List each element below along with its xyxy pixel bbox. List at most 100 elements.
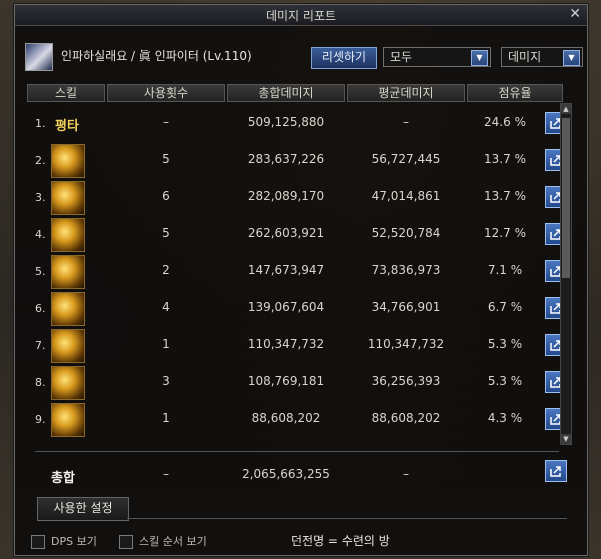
scroll-thumb[interactable]	[562, 118, 570, 278]
report-header: 인파하실래요 / 眞 인파이터 (Lv.110) 리셋하기 모두 ▼ 데미지 ▼	[23, 39, 583, 71]
share-cell: 12.7 %	[484, 226, 526, 240]
uses-cell: 6	[162, 189, 170, 203]
skill-icon	[51, 329, 85, 363]
table-row: 1. 평타 – 509,125,880 – 24.6 %	[27, 105, 567, 142]
avg-damage-cell: 88,608,202	[371, 411, 441, 425]
table-row: 5. 2 147,673,947 73,836,973 7.1 %	[27, 253, 567, 290]
title-bar[interactable]: 데미지 리포트 ✕	[15, 5, 587, 26]
dps-view-label: DPS 보기	[51, 535, 97, 548]
skill-order-label: 스킬 순서 보기	[139, 535, 207, 548]
avg-damage-cell: 34,766,901	[371, 300, 441, 314]
close-icon[interactable]: ✕	[569, 6, 581, 22]
col-share[interactable]: 점유율	[467, 84, 563, 102]
share-cell: 7.1 %	[487, 263, 523, 277]
damage-report-window: 데미지 리포트 ✕ 인파하실래요 / 眞 인파이터 (Lv.110) 리셋하기 …	[14, 4, 588, 556]
share-cell: 5.3 %	[487, 337, 523, 351]
table-row: 2. 5 283,637,226 56,727,445 13.7 %	[27, 142, 567, 179]
share-cell: 24.6 %	[484, 115, 526, 129]
row-number: 6.	[35, 302, 46, 315]
row-number: 3.	[35, 191, 46, 204]
skill-icon	[51, 255, 85, 289]
total-damage-cell: 282,089,170	[247, 189, 325, 203]
skill-icon	[51, 292, 85, 326]
row-number: 4.	[35, 228, 46, 241]
total-damage-cell: 283,637,226	[247, 152, 325, 166]
avg-damage-cell: 73,836,973	[371, 263, 441, 277]
uses-cell: 2	[162, 263, 170, 277]
dungeon-name: 던전명 = 수련의 방	[291, 534, 390, 548]
avg-damage-cell: 47,014,861	[371, 189, 441, 203]
uses-cell: 5	[162, 226, 170, 240]
skill-icon	[51, 181, 85, 215]
reset-button[interactable]: 리셋하기	[311, 47, 377, 69]
scroll-down-icon[interactable]: ▼	[561, 434, 571, 444]
table-row: 3. 6 282,089,170 47,014,861 13.7 %	[27, 179, 567, 216]
chevron-down-icon[interactable]: ▼	[471, 50, 488, 66]
column-headers: 스킬 사용횟수 총합데미지 평균데미지 점유율	[27, 84, 563, 102]
share-cell: 5.3 %	[487, 374, 523, 388]
total-damage: 2,065,663,255	[242, 467, 330, 481]
chevron-down-icon[interactable]: ▼	[563, 50, 580, 66]
total-avg: –	[403, 467, 409, 481]
skill-icon	[51, 366, 85, 400]
total-damage-cell: 88,608,202	[251, 411, 321, 425]
table-row: 8. 3 108,769,181 36,256,393 5.3 %	[27, 364, 567, 401]
total-damage-cell: 147,673,947	[247, 263, 325, 277]
mode-select-value: 데미지	[508, 50, 542, 64]
skill-icon	[51, 218, 85, 252]
avg-damage-cell: 36,256,393	[371, 374, 441, 388]
skill-name: 평타	[55, 119, 79, 134]
total-divider	[35, 451, 559, 452]
character-avatar	[25, 43, 53, 71]
tab-divider	[127, 518, 567, 519]
uses-cell: 1	[162, 411, 170, 425]
avg-damage-cell: 56,727,445	[371, 152, 441, 166]
mode-select[interactable]: 데미지 ▼	[501, 47, 583, 67]
uses-cell: 3	[162, 374, 170, 388]
avg-damage-cell: 110,347,732	[367, 337, 445, 351]
row-number: 9.	[35, 413, 46, 426]
filter-select[interactable]: 모두 ▼	[383, 47, 491, 67]
row-number: 8.	[35, 376, 46, 389]
skill-icon	[51, 144, 85, 178]
total-label: 총합	[51, 471, 75, 486]
skill-order-checkbox[interactable]	[119, 535, 133, 549]
total-damage-cell: 139,067,604	[247, 300, 325, 314]
row-number: 2.	[35, 154, 46, 167]
row-number: 1.	[35, 117, 46, 130]
col-uses[interactable]: 사용횟수	[107, 84, 225, 102]
share-button[interactable]	[545, 460, 567, 482]
total-uses: –	[163, 467, 169, 481]
uses-cell: 5	[162, 152, 170, 166]
used-settings-tab[interactable]: 사용한 설정	[37, 497, 129, 521]
filter-select-value: 모두	[390, 50, 413, 64]
skill-icon	[51, 403, 85, 437]
total-damage-cell: 108,769,181	[247, 374, 325, 388]
share-cell: 6.7 %	[487, 300, 523, 314]
share-cell: 13.7 %	[484, 189, 526, 203]
col-total-damage[interactable]: 총합데미지	[227, 84, 345, 102]
uses-cell: –	[163, 115, 169, 129]
row-number: 5.	[35, 265, 46, 278]
total-damage-cell: 262,603,921	[247, 226, 325, 240]
character-name: 인파하실래요 / 眞 인파이터 (Lv.110)	[61, 49, 252, 63]
window-title: 데미지 리포트	[265, 9, 337, 23]
uses-cell: 1	[162, 337, 170, 351]
share-cell: 13.7 %	[484, 152, 526, 166]
col-skill[interactable]: 스킬	[27, 84, 105, 102]
row-number: 7.	[35, 339, 46, 352]
total-damage-cell: 110,347,732	[247, 337, 325, 351]
dps-view-checkbox[interactable]	[31, 535, 45, 549]
avg-damage-cell: 52,520,784	[371, 226, 441, 240]
table-scrollbar[interactable]: ▲ ▼	[560, 103, 572, 445]
scroll-up-icon[interactable]: ▲	[561, 104, 571, 114]
share-icon	[550, 466, 561, 477]
col-avg-damage[interactable]: 평균데미지	[347, 84, 465, 102]
table-row: 4. 5 262,603,921 52,520,784 12.7 %	[27, 216, 567, 253]
avg-damage-cell: –	[403, 115, 409, 129]
total-damage-cell: 509,125,880	[247, 115, 325, 129]
share-cell: 4.3 %	[487, 411, 523, 425]
table-row: 7. 1 110,347,732 110,347,732 5.3 %	[27, 327, 567, 364]
table-row: 6. 4 139,067,604 34,766,901 6.7 %	[27, 290, 567, 327]
table-row: 9. 1 88,608,202 88,608,202 4.3 %	[27, 401, 567, 438]
